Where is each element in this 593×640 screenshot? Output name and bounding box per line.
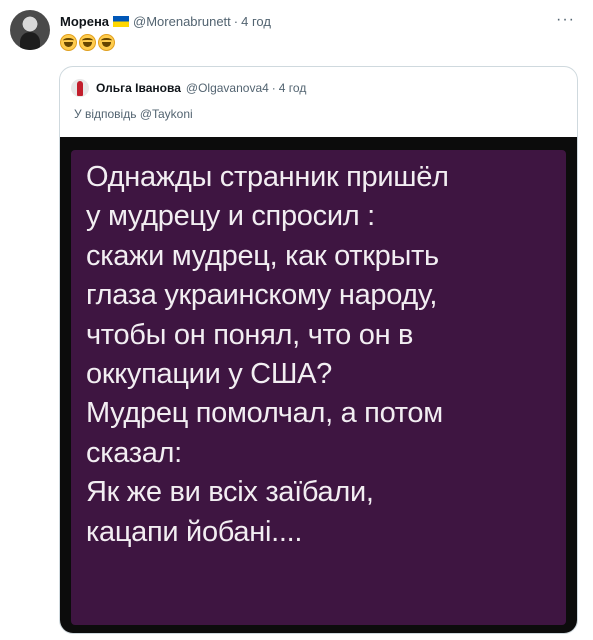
tweet-time[interactable]: 4 год: [241, 14, 271, 29]
author-handle[interactable]: @Morenabrunett: [133, 14, 231, 29]
reply-mention-link[interactable]: @Taykoni: [140, 107, 193, 121]
rofl-emoji-icon: [79, 34, 96, 51]
quoted-tweet-card[interactable]: Ольга Іванова @Olgavanova4 · 4 год У від…: [59, 66, 578, 634]
reply-prefix: У відповідь: [74, 107, 137, 121]
ukraine-flag-icon: [113, 15, 130, 27]
quoted-tweet-header: Ольга Іванова @Olgavanova4 · 4 год: [96, 81, 306, 95]
rofl-emoji-icon: [60, 34, 77, 51]
rofl-emoji-icon: [98, 34, 115, 51]
quoted-author-handle[interactable]: @Olgavanova4: [186, 81, 269, 95]
tweet-header: Морена @Morenabrunett · 4 год: [60, 12, 271, 30]
image-caption-text: Однажды странник пришёл у мудрецу и спро…: [86, 161, 449, 548]
more-options-icon[interactable]: ···: [556, 11, 575, 29]
image-text-panel: Однажды странник пришёл у мудрецу и спро…: [71, 150, 566, 625]
separator-dot: ·: [271, 81, 276, 95]
quoted-tweet-time[interactable]: 4 год: [279, 81, 307, 95]
avatar-figure: [20, 32, 40, 50]
tweet-text: [60, 34, 115, 51]
quoted-tweet-image[interactable]: Однажды странник пришёл у мудрецу и спро…: [60, 137, 577, 633]
quoted-author-avatar[interactable]: [71, 79, 89, 97]
separator-dot: ·: [233, 13, 239, 29]
avatar-figure: [77, 81, 83, 96]
reply-to-line: У відповідь @Taykoni: [74, 107, 193, 121]
author-name[interactable]: Морена: [60, 14, 109, 29]
quoted-author-name[interactable]: Ольга Іванова: [96, 81, 181, 95]
author-avatar[interactable]: [10, 10, 50, 50]
